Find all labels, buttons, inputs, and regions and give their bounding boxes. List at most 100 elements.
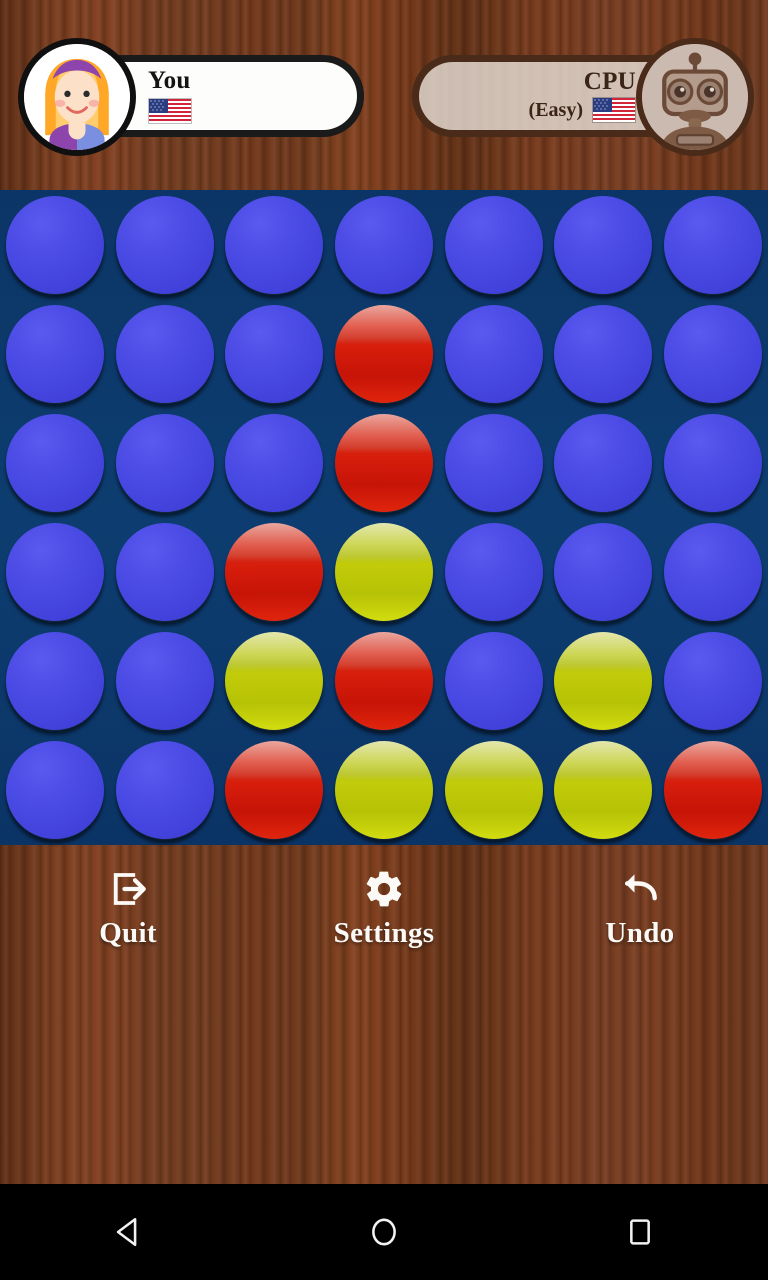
board-cell-r3-c2[interactable] (110, 408, 220, 517)
disc-empty (554, 304, 653, 403)
disc-empty (5, 523, 104, 622)
board-cell-r6-c4[interactable] (329, 736, 439, 845)
undo-button[interactable]: Undo (565, 865, 715, 950)
disc-red (334, 304, 433, 403)
board-cell-r2-c1[interactable] (0, 299, 110, 408)
disc-empty (444, 632, 543, 731)
board-cell-r6-c7[interactable] (658, 736, 768, 845)
player-bar: You CPU (Easy) (0, 0, 768, 186)
board-cell-r1-c5[interactable] (439, 190, 549, 299)
board-cell-r5-c5[interactable] (439, 627, 549, 736)
disc-empty (115, 632, 214, 731)
board-cell-r5-c4[interactable] (329, 627, 439, 736)
board-cell-r1-c7[interactable] (658, 190, 768, 299)
us-flag-icon (592, 97, 636, 124)
board-cell-r2-c2[interactable] (110, 299, 220, 408)
board-cell-r6-c1[interactable] (0, 736, 110, 845)
board-cell-r3-c1[interactable] (0, 408, 110, 517)
us-flag-icon (148, 98, 192, 124)
gear-icon (363, 865, 405, 913)
board-cell-r5-c1[interactable] (0, 627, 110, 736)
undo-label: Undo (605, 917, 675, 949)
board-cell-r3-c5[interactable] (439, 408, 549, 517)
board-cell-r3-c7[interactable] (658, 408, 768, 517)
exit-icon (107, 865, 149, 913)
human-player-plate[interactable]: You (118, 55, 364, 137)
board-cell-r1-c4[interactable] (329, 190, 439, 299)
board-cell-r4-c6[interactable] (549, 517, 659, 626)
board-cell-r5-c7[interactable] (658, 627, 768, 736)
home-button[interactable] (324, 1184, 444, 1280)
board-cell-r4-c4[interactable] (329, 517, 439, 626)
disc-empty (444, 413, 543, 512)
board-cell-r4-c3[interactable] (219, 517, 329, 626)
board-cell-r4-c7[interactable] (658, 517, 768, 626)
cpu-player-name: CPU (583, 67, 636, 95)
recents-square-icon (630, 1219, 650, 1245)
board-cell-r3-c6[interactable] (549, 408, 659, 517)
board-cell-r1-c3[interactable] (219, 190, 329, 299)
disc-red (225, 523, 324, 622)
disc-red (225, 741, 324, 840)
disc-empty (115, 523, 214, 622)
board-cell-r1-c1[interactable] (0, 190, 110, 299)
board-cell-r4-c2[interactable] (110, 517, 220, 626)
android-nav-bar (0, 1184, 768, 1280)
settings-button[interactable]: Settings (309, 865, 459, 950)
disc-empty (115, 304, 214, 403)
board-cell-r4-c1[interactable] (0, 517, 110, 626)
disc-red (334, 632, 433, 731)
disc-yellow (444, 741, 543, 840)
robot-avatar-icon[interactable] (636, 38, 754, 156)
board-cell-r6-c2[interactable] (110, 736, 220, 845)
board-cell-r3-c4[interactable] (329, 408, 439, 517)
disc-empty (225, 304, 324, 403)
board-cell-r2-c3[interactable] (219, 299, 329, 408)
board-cell-r6-c6[interactable] (549, 736, 659, 845)
back-button[interactable] (68, 1184, 188, 1280)
disc-empty (225, 195, 324, 294)
board-cell-r2-c7[interactable] (658, 299, 768, 408)
board-cell-r1-c6[interactable] (549, 190, 659, 299)
disc-empty (5, 413, 104, 512)
disc-empty (664, 632, 763, 731)
disc-empty (334, 195, 433, 294)
cpu-difficulty-label: (Easy) (528, 98, 583, 121)
disc-yellow (334, 741, 433, 840)
disc-empty (554, 523, 653, 622)
disc-empty (115, 413, 214, 512)
board-cell-r6-c3[interactable] (219, 736, 329, 845)
cpu-player-plate[interactable]: CPU (Easy) (412, 55, 662, 137)
disc-yellow (225, 632, 324, 731)
disc-empty (444, 304, 543, 403)
human-player-name: You (148, 67, 191, 94)
board-cell-r5-c6[interactable] (549, 627, 659, 736)
disc-yellow (334, 523, 433, 622)
board-cell-r3-c3[interactable] (219, 408, 329, 517)
game-board[interactable] (0, 190, 768, 845)
board-cell-r4-c5[interactable] (439, 517, 549, 626)
board-cell-r5-c2[interactable] (110, 627, 220, 736)
board-cell-r2-c6[interactable] (549, 299, 659, 408)
disc-yellow (554, 741, 653, 840)
settings-label: Settings (333, 917, 435, 949)
board-cell-r6-c5[interactable] (439, 736, 549, 845)
board-cell-r2-c5[interactable] (439, 299, 549, 408)
board-cell-r5-c3[interactable] (219, 627, 329, 736)
disc-empty (664, 304, 763, 403)
disc-empty (225, 413, 324, 512)
quit-button[interactable]: Quit (53, 865, 203, 950)
disc-empty (664, 413, 763, 512)
disc-empty (5, 195, 104, 294)
back-triangle-icon (116, 1217, 137, 1247)
undo-arrow-icon (618, 865, 662, 913)
disc-yellow (554, 632, 653, 731)
board-cell-r2-c4[interactable] (329, 299, 439, 408)
disc-empty (5, 304, 104, 403)
disc-empty (444, 523, 543, 622)
recents-button[interactable] (580, 1184, 700, 1280)
board-cell-r1-c2[interactable] (110, 190, 220, 299)
quit-label: Quit (99, 917, 157, 949)
disc-empty (664, 523, 763, 622)
girl-avatar-icon[interactable] (18, 38, 136, 156)
